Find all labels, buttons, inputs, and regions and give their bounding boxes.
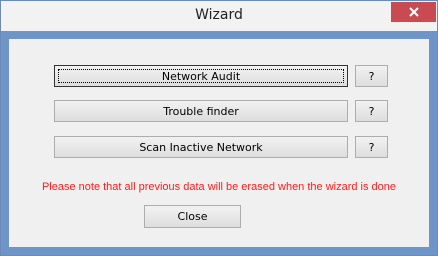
title-bar[interactable]: Wizard [1, 1, 437, 31]
close-icon [408, 7, 419, 17]
help-label: ? [368, 69, 375, 83]
scan-inactive-network-button[interactable]: Scan Inactive Network [54, 136, 348, 158]
wizard-window: Wizard Network Audit ? Trouble finder ? … [0, 0, 438, 256]
close-window-button[interactable] [391, 2, 436, 22]
window-title: Wizard [195, 7, 243, 23]
trouble-finder-help-button[interactable]: ? [355, 100, 388, 122]
trouble-finder-label: Trouble finder [163, 104, 239, 118]
erase-warning-text: Please note that all previous data will … [41, 181, 397, 193]
dialog-content: Network Audit ? Trouble finder ? Scan In… [9, 39, 429, 247]
close-button[interactable]: Close [144, 205, 241, 228]
trouble-finder-button[interactable]: Trouble finder [54, 100, 348, 122]
scan-inactive-help-button[interactable]: ? [355, 136, 388, 158]
close-button-label: Close [177, 210, 208, 223]
network-audit-label: Network Audit [161, 69, 241, 83]
network-audit-button[interactable]: Network Audit [54, 65, 348, 87]
help-label: ? [368, 140, 375, 154]
scan-inactive-network-label: Scan Inactive Network [139, 140, 263, 154]
network-audit-help-button[interactable]: ? [355, 65, 388, 87]
help-label: ? [368, 104, 375, 118]
